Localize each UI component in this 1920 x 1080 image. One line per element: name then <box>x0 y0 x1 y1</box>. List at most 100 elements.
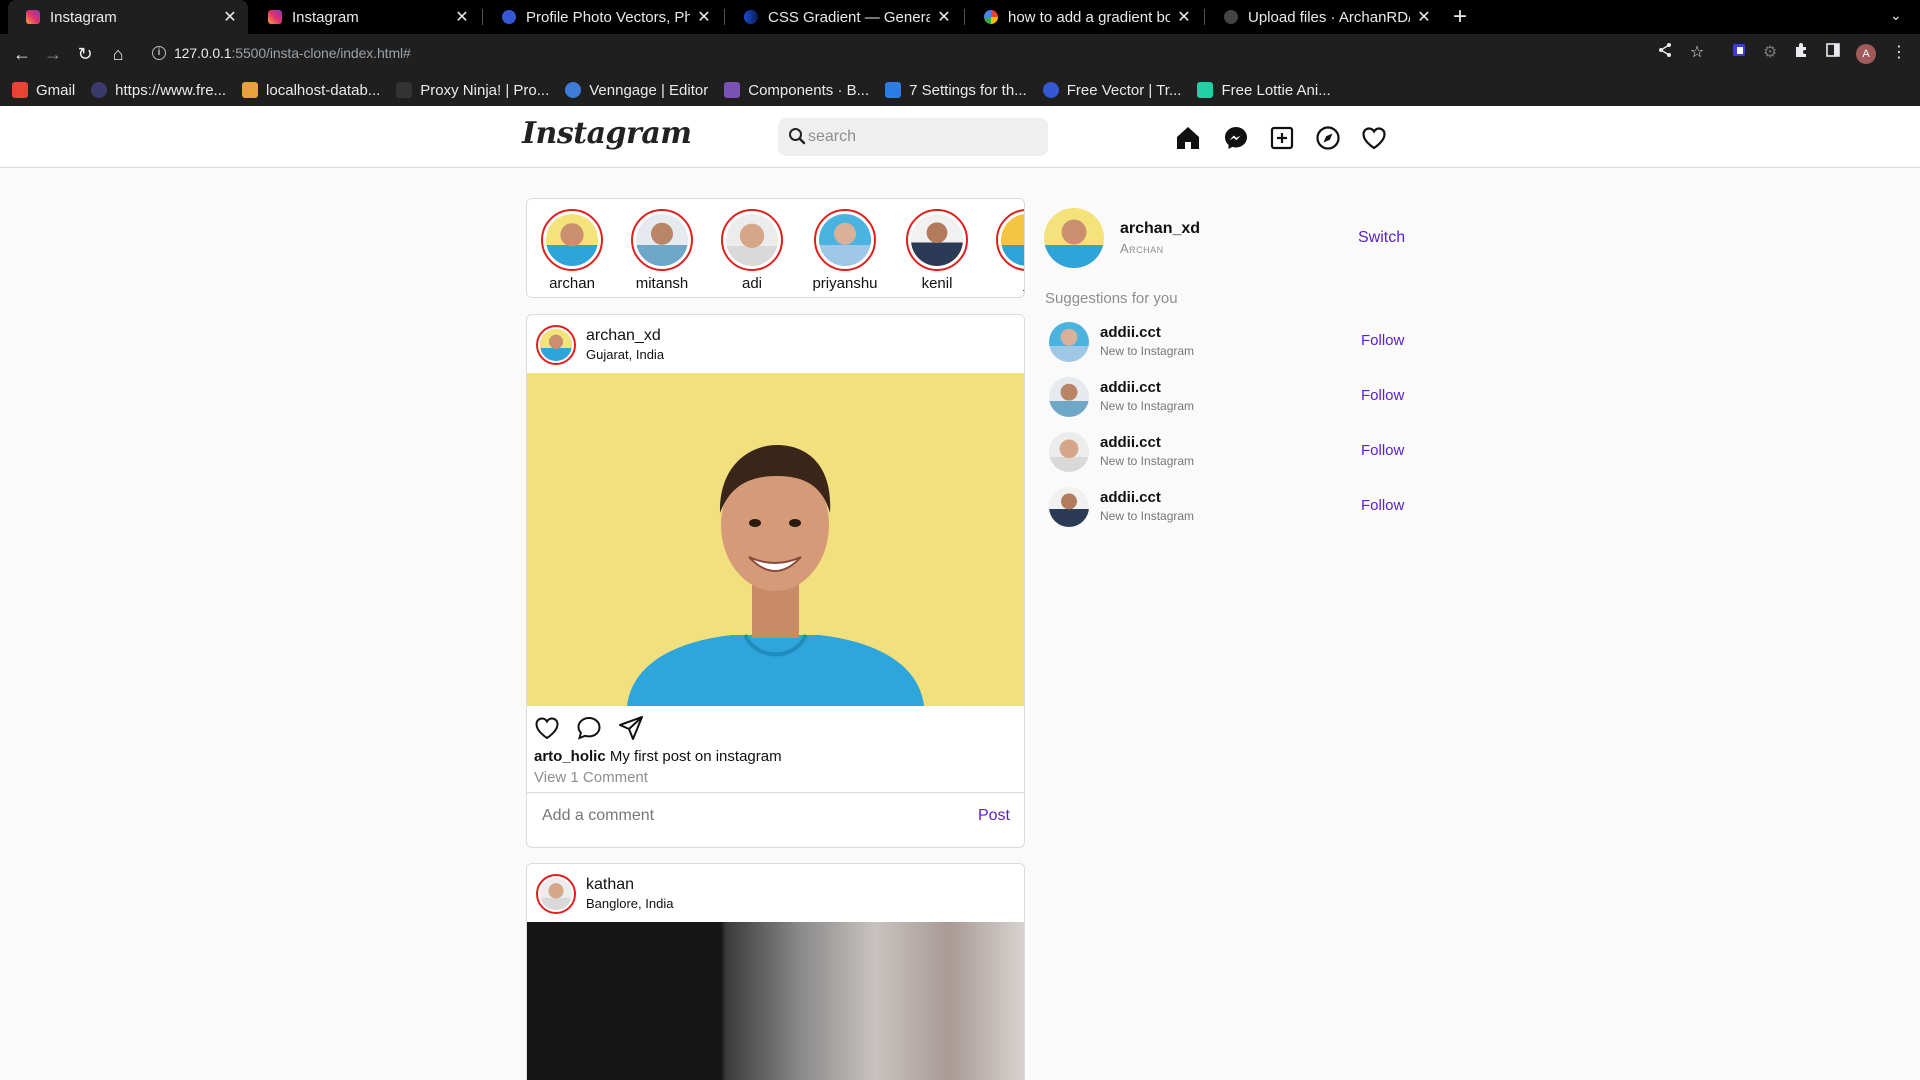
share-icon[interactable] <box>1654 42 1676 65</box>
story-item[interactable]: mitansh <box>622 209 702 292</box>
view-comments-link[interactable]: View 1 Comment <box>527 765 1024 792</box>
gmail-icon <box>12 82 28 98</box>
tab-separator <box>724 9 725 25</box>
browser-tab[interactable]: how to add a gradient bord ✕ <box>966 0 1202 34</box>
tab-close-icon[interactable]: ✕ <box>454 7 470 27</box>
tab-title: Instagram <box>292 8 359 26</box>
browser-tab[interactable]: Profile Photo Vectors, Phot ✕ <box>484 0 722 34</box>
bookmark-item[interactable]: Free Vector | Tr... <box>1042 82 1181 99</box>
instagram-favicon-icon <box>268 10 282 24</box>
suggestion-username[interactable]: addii.cct <box>1100 434 1161 451</box>
follow-button[interactable]: Follow <box>1361 332 1404 349</box>
side-panel-icon[interactable] <box>1822 42 1844 65</box>
story-item[interactable]: kenil <box>897 209 977 292</box>
bookmark-item[interactable]: Proxy Ninja! | Pro... <box>396 82 549 99</box>
tab-search-chevron-icon[interactable]: ⌄ <box>1890 7 1902 24</box>
back-arrow-icon[interactable]: ← <box>10 42 34 66</box>
suggestion-username[interactable]: addii.cct <box>1100 379 1161 396</box>
follow-button[interactable]: Follow <box>1361 442 1404 459</box>
caption-username[interactable]: arto_holic <box>534 748 606 765</box>
follow-button[interactable]: Follow <box>1361 497 1404 514</box>
home-button-icon[interactable]: ⌂ <box>106 42 130 66</box>
extension-shield-icon[interactable] <box>1728 42 1750 65</box>
browser-tab[interactable]: Instagram ✕ <box>8 0 248 34</box>
suggestion-username[interactable]: addii.cct <box>1100 489 1161 506</box>
post-image[interactable] <box>527 373 1024 706</box>
site-info-icon[interactable]: i <box>152 46 166 60</box>
heart-icon[interactable] <box>1360 124 1388 152</box>
browser-tab[interactable]: Instagram ✕ <box>250 0 480 34</box>
post-comment-button[interactable]: Post <box>978 807 1010 825</box>
bookmark-item[interactable]: Venngage | Editor <box>565 82 708 99</box>
follow-button[interactable]: Follow <box>1361 387 1404 404</box>
bookmark-item[interactable]: https://www.fre... <box>91 82 226 99</box>
home-icon[interactable] <box>1174 124 1202 152</box>
story-username: ji <box>987 275 1025 292</box>
story-ring <box>814 209 876 271</box>
post-location: Banglore, India <box>586 896 674 911</box>
url-text[interactable]: 127.0.0.1:5500/insta-clone/index.html# <box>174 45 411 61</box>
post-image[interactable] <box>527 922 1024 1080</box>
post-avatar[interactable] <box>536 874 576 914</box>
bookmark-item[interactable]: Components · B... <box>724 82 869 99</box>
reload-icon[interactable]: ↻ <box>73 42 97 66</box>
explore-compass-icon[interactable] <box>1314 124 1342 152</box>
feed-post: kathan Banglore, India <box>526 863 1025 1080</box>
bookmark-item[interactable]: Free Lottie Ani... <box>1197 82 1331 99</box>
instagram-favicon-icon <box>26 10 40 24</box>
post-avatar[interactable] <box>536 325 576 365</box>
bookmark-star-icon[interactable]: ☆ <box>1686 42 1708 64</box>
share-send-icon[interactable] <box>617 714 645 742</box>
new-post-icon[interactable] <box>1268 124 1296 152</box>
suggestion-username[interactable]: addii.cct <box>1100 324 1161 341</box>
browser-tab[interactable]: CSS Gradient — Generator ✕ <box>726 0 962 34</box>
post-caption: arto_holic My first post on instagram <box>527 746 1024 765</box>
tab-close-icon[interactable]: ✕ <box>222 7 238 27</box>
post-username[interactable]: kathan <box>586 876 634 894</box>
extension-gear-icon[interactable]: ⚙ <box>1759 42 1781 64</box>
tab-close-icon[interactable]: ✕ <box>1176 7 1192 27</box>
post-header: kathan Banglore, India <box>527 864 1024 922</box>
address-bar[interactable]: i 127.0.0.1:5500/insta-clone/index.html# <box>140 38 1680 70</box>
story-item[interactable]: archan <box>532 209 612 292</box>
tab-close-icon[interactable]: ✕ <box>1416 7 1432 27</box>
post-username[interactable]: archan_xd <box>586 327 661 345</box>
comment-form: Post <box>527 792 1024 840</box>
story-username: kenil <box>921 275 953 292</box>
browser-tab[interactable]: Upload files · ArchanRD/fro ✕ <box>1206 0 1442 34</box>
suggestion-avatar[interactable] <box>1049 377 1089 417</box>
search-box[interactable] <box>778 118 1048 156</box>
story-username: mitansh <box>635 275 689 292</box>
search-input[interactable] <box>808 118 1038 156</box>
avatar <box>636 214 688 266</box>
post-actions <box>527 706 1024 746</box>
profile-avatar[interactable]: A <box>1856 44 1876 64</box>
messenger-icon[interactable] <box>1222 124 1250 152</box>
forward-arrow-icon[interactable]: → <box>41 42 65 66</box>
current-username[interactable]: archan_xd <box>1120 220 1200 238</box>
current-user-avatar[interactable] <box>1044 208 1104 268</box>
avatar <box>540 878 572 910</box>
new-tab-icon[interactable]: + <box>1453 2 1467 32</box>
suggestion-avatar[interactable] <box>1049 432 1089 472</box>
comment-bubble-icon[interactable] <box>575 714 603 742</box>
story-item[interactable]: adi <box>712 209 792 292</box>
bookmark-item[interactable]: Gmail <box>12 82 75 99</box>
suggestion-avatar[interactable] <box>1049 322 1089 362</box>
story-item[interactable]: ji <box>987 209 1025 292</box>
browser-tab-strip: Instagram ✕ Instagram ✕ Profile Photo Ve… <box>0 0 1920 34</box>
instagram-logo[interactable]: Instagram <box>522 116 692 151</box>
bookmark-item[interactable]: localhost-datab... <box>242 82 380 99</box>
bookmark-item[interactable]: 7 Settings for th... <box>885 82 1027 99</box>
tab-close-icon[interactable]: ✕ <box>936 7 952 27</box>
extensions-puzzle-icon[interactable] <box>1790 42 1812 65</box>
tab-close-icon[interactable]: ✕ <box>696 7 712 27</box>
switch-account-button[interactable]: Switch <box>1358 229 1405 247</box>
like-heart-icon[interactable] <box>533 714 561 742</box>
menu-kebab-icon[interactable]: ⋮ <box>1888 42 1910 64</box>
story-item[interactable]: priyanshu <box>805 209 885 292</box>
comment-input[interactable] <box>542 801 922 831</box>
suggestion-item: addii.cct New to Instagram Follow <box>1049 487 1409 529</box>
suggestion-avatar[interactable] <box>1049 487 1089 527</box>
github-favicon-icon <box>1224 10 1238 24</box>
